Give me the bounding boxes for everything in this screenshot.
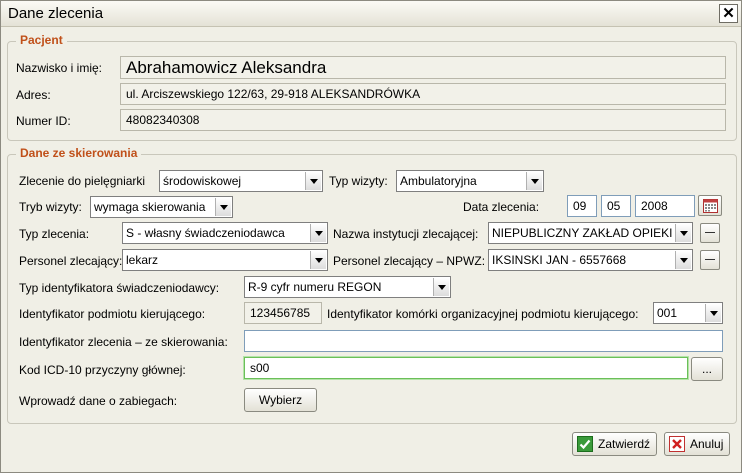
dialog-window: Dane zlecenia ✕ Pacjent Nazwisko i imię:… — [0, 0, 742, 473]
typ-zlecenia-select[interactable]: S - własny świadczeniodawca — [122, 222, 328, 244]
personel-label: Personel zlecający: — [19, 254, 123, 268]
tryb-select[interactable]: wymaga skierowania — [90, 196, 233, 218]
chevron-down-icon[interactable] — [433, 278, 449, 296]
chevron-down-icon[interactable] — [526, 172, 542, 190]
ident-kom-select[interactable]: 001 — [653, 302, 723, 324]
ident-podm-label: Identyfikator podmiotu kierującego: — [19, 307, 206, 321]
data-zlecenia-label: Data zlecenia: — [463, 200, 540, 214]
ident-kom-label: Identyfikator komórki organizacyjnej pod… — [327, 307, 639, 321]
chevron-down-icon[interactable] — [675, 224, 691, 242]
window-title: Dane zlecenia — [8, 5, 104, 22]
cancel-button-label: Anuluj — [690, 437, 724, 451]
cancel-button[interactable]: Anuluj — [664, 432, 731, 456]
patient-id-field: 48082340308 — [120, 109, 726, 131]
ident-kom-value: 001 — [657, 306, 678, 320]
confirm-button-label: Zatwierdź — [598, 437, 651, 451]
patient-address-field: ul. Arciszewskiego 122/63, 29-918 ALEKSA… — [120, 83, 726, 105]
cancel-x-icon — [669, 436, 685, 452]
npwz-minus-button[interactable] — [700, 250, 720, 270]
patient-address-label: Adres: — [16, 88, 51, 102]
ident-zlec-label: Identyfikator zlecenia – ze skierowania: — [19, 335, 228, 349]
chevron-down-icon[interactable] — [310, 251, 326, 269]
zlecenie-select[interactable]: środowiskowej — [159, 170, 323, 192]
typ-wizyty-select[interactable]: Ambulatoryjna — [396, 170, 544, 192]
zabiegi-label: Wprowadź dane o zabiegach: — [19, 394, 178, 408]
date-month-field[interactable]: 05 — [601, 195, 631, 217]
instytucja-minus-button[interactable] — [700, 223, 720, 243]
chevron-down-icon[interactable] — [310, 224, 326, 242]
icd-browse-button[interactable]: ... — [691, 357, 723, 381]
instytucja-select[interactable]: NIEPUBLICZNY ZAKŁAD OPIEKI Z — [488, 222, 693, 244]
confirm-button[interactable]: Zatwierdź — [572, 432, 658, 456]
icd-label: Kod ICD-10 przyczyny głównej: — [19, 363, 186, 377]
chevron-down-icon[interactable] — [215, 198, 231, 216]
typ-wizyty-label: Typ wizyty: — [329, 174, 388, 188]
patient-name-label: Nazwisko i imię: — [16, 61, 103, 75]
checkmark-icon — [577, 436, 593, 452]
npwz-select[interactable]: IKSINSKI JAN - 6557668 — [488, 249, 693, 271]
typ-zlecenia-label: Typ zlecenia: — [19, 227, 90, 241]
patient-name-field: Abrahamowicz Aleksandra — [120, 56, 726, 79]
instytucja-label: Nazwa instytucji zlecającej: — [333, 227, 479, 241]
personel-value: lekarz — [126, 253, 159, 267]
date-day-field[interactable]: 09 — [567, 195, 597, 217]
date-year-field[interactable]: 2008 — [635, 195, 695, 217]
instytucja-value: NIEPUBLICZNY ZAKŁAD OPIEKI Z — [492, 226, 672, 240]
typ-zlecenia-value: S - własny świadczeniodawca — [126, 226, 285, 240]
close-icon[interactable]: ✕ — [719, 4, 738, 23]
chevron-down-icon[interactable] — [705, 304, 721, 322]
tryb-label: Tryb wizyty: — [19, 200, 82, 214]
zlecenie-value: środowiskowej — [163, 174, 242, 188]
ident-zlec-input[interactable] — [244, 330, 723, 352]
chevron-down-icon[interactable] — [675, 251, 691, 269]
icd-input[interactable]: s00 — [244, 357, 688, 379]
zlecenie-label: Zlecenie do pielęgniarki — [19, 174, 146, 188]
npwz-value: IKSINSKI JAN - 6557668 — [492, 253, 627, 267]
title-bar[interactable]: Dane zlecenia ✕ — [1, 1, 741, 27]
group-skierowanie-legend: Dane ze skierowania — [16, 146, 142, 160]
chevron-down-icon[interactable] — [305, 172, 321, 190]
typ-ident-select[interactable]: R-9 cyfr numeru REGON — [244, 276, 451, 298]
patient-id-label: Numer ID: — [16, 114, 71, 128]
group-pacjent-legend: Pacjent — [16, 33, 67, 47]
npwz-label: Personel zlecający – NPWZ: — [333, 254, 486, 268]
wybierz-button[interactable]: Wybierz — [244, 388, 317, 412]
personel-select[interactable]: lekarz — [122, 249, 328, 271]
calendar-icon[interactable] — [698, 195, 722, 216]
typ-ident-label: Typ identyfikatora świadczeniodawcy: — [19, 281, 220, 295]
typ-wizyty-value: Ambulatoryjna — [400, 174, 477, 188]
tryb-value: wymaga skierowania — [94, 200, 206, 214]
typ-ident-value: R-9 cyfr numeru REGON — [248, 280, 382, 294]
ident-podm-field: 123456785 — [244, 302, 322, 324]
